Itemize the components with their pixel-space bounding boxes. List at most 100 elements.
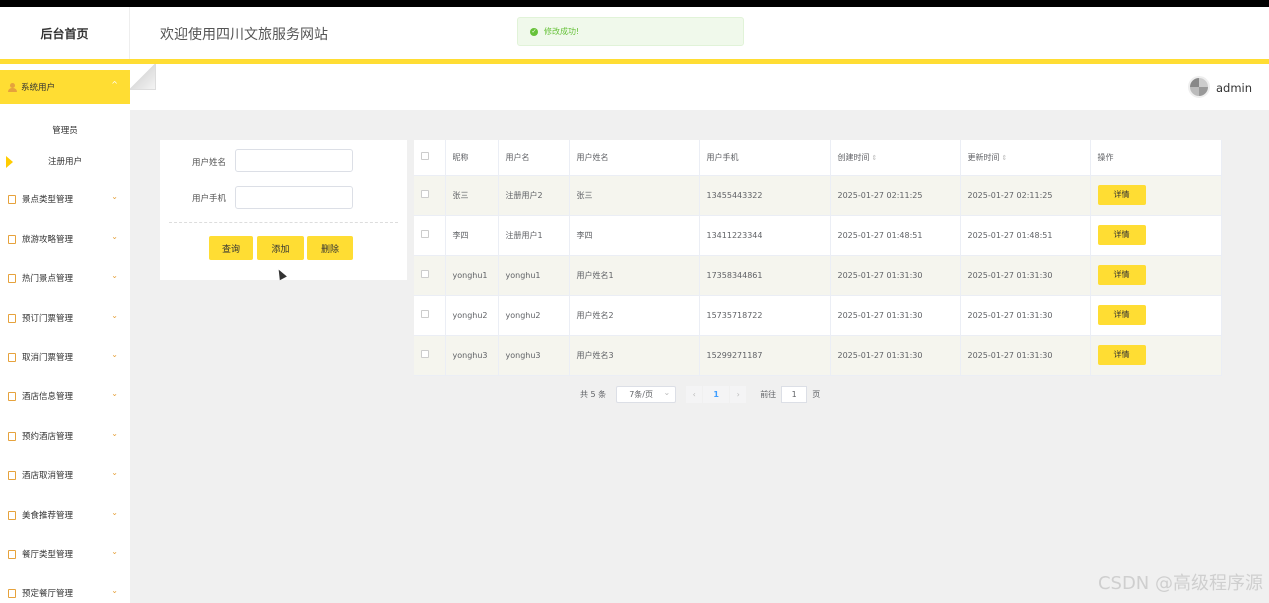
sidebar-item-label: 景点类型管理	[22, 195, 74, 205]
row-checkbox[interactable]	[414, 335, 446, 376]
avatar[interactable]	[1188, 76, 1210, 98]
cell-created: 2025-01-27 01:48:51	[830, 215, 961, 256]
sidebar-item-ticket-cancel[interactable]: 取消门票管理 ⌄	[0, 345, 130, 369]
query-button[interactable]: 查询	[209, 236, 253, 260]
cell-updated: 2025-01-27 02:11:25	[960, 175, 1091, 216]
prev-page-button[interactable]: ‹	[686, 385, 703, 403]
page-size-select[interactable]: 7条/页 ⌄	[616, 385, 677, 403]
sidebar-item-ticket-booking[interactable]: 预订门票管理 ⌄	[0, 306, 130, 330]
cell-fullname: 张三	[569, 175, 700, 216]
sidebar-item-travel-guides[interactable]: 旅游攻略管理 ⌄	[0, 227, 130, 251]
user-icon	[8, 82, 17, 92]
site-title: 欢迎使用四川文旅服务网站	[160, 27, 328, 43]
sidebar-item-label: 热门景点管理	[22, 274, 74, 284]
delete-button[interactable]: 删除	[307, 236, 353, 260]
add-button[interactable]: 添加	[257, 236, 304, 260]
sidebar-item-restaurant-types[interactable]: 餐厅类型管理 ⌄	[0, 542, 130, 566]
phone-label: 用户手机	[192, 194, 227, 204]
total-count: 共 5 条	[580, 389, 607, 399]
cell-phone: 15299271187	[699, 335, 831, 376]
cell-fullname: 用户姓名2	[569, 295, 700, 336]
brand-home[interactable]: 后台首页	[0, 7, 130, 59]
chevron-down-icon: ⌄	[111, 547, 118, 556]
page-suffix: 页	[812, 389, 821, 399]
detail-button[interactable]: 详情	[1097, 265, 1146, 285]
sidebar: 系统用户 ^ 管理员 注册用户 景点类型管理 ⌄ 旅游攻略管理 ⌄ 热门景点管理…	[0, 64, 130, 603]
table-header-row: 昵称 用户名 用户姓名 用户手机 创建时间 ⇕ 更新时间 ⇕ 操作	[414, 140, 1222, 176]
sort-icon[interactable]: ⇕	[872, 154, 878, 162]
sidebar-group-system-users[interactable]: 系统用户 ^	[0, 70, 130, 104]
cell-updated: 2025-01-27 01:31:30	[960, 255, 1091, 296]
goto-page-input[interactable]: 1	[781, 385, 808, 403]
cell-nickname: yonghu1	[445, 255, 499, 296]
sidebar-item-label: 美食推荐管理	[22, 511, 74, 521]
cell-created: 2025-01-27 01:31:30	[830, 335, 961, 376]
detail-button[interactable]: 详情	[1097, 345, 1146, 365]
detail-button[interactable]: 详情	[1097, 185, 1146, 205]
sidebar-group-label: 系统用户	[21, 83, 56, 93]
sidebar-item-registered-users[interactable]: 注册用户	[0, 151, 130, 171]
pagination: 共 5 条 7条/页 ⌄ ‹ 1 › 前往 1 页	[580, 385, 820, 403]
sidebar-item-label: 旅游攻略管理	[22, 235, 74, 245]
document-icon	[8, 470, 16, 480]
sidebar-item-food-recommend[interactable]: 美食推荐管理 ⌄	[0, 503, 130, 527]
col-username: 用户名	[498, 140, 570, 176]
sidebar-item-hot-spots[interactable]: 热门景点管理 ⌄	[0, 266, 130, 290]
col-updated[interactable]: 更新时间 ⇕	[960, 140, 1091, 176]
chevron-down-icon: ⌄	[111, 508, 118, 517]
chevron-down-icon: ⌄	[111, 192, 118, 201]
row-checkbox[interactable]	[414, 215, 446, 256]
chevron-down-icon: ⌄	[111, 429, 118, 438]
row-checkbox[interactable]	[414, 295, 446, 336]
sidebar-item-hotel-info[interactable]: 酒店信息管理 ⌄	[0, 384, 130, 408]
table-row: yonghu3 yonghu3 用户姓名3 15299271187 2025-0…	[414, 335, 1222, 376]
cell-fullname: 用户姓名3	[569, 335, 700, 376]
selected-marker-icon	[6, 156, 13, 168]
detail-button[interactable]: 详情	[1097, 225, 1146, 245]
sidebar-item-label: 预订门票管理	[22, 314, 74, 324]
collapse-toggle-icon[interactable]	[130, 64, 156, 90]
sidebar-item-admins[interactable]: 管理员	[0, 120, 130, 140]
cell-nickname: yonghu3	[445, 335, 499, 376]
detail-button[interactable]: 详情	[1097, 305, 1146, 325]
cell-actions: 详情	[1090, 215, 1222, 256]
col-updated-label: 更新时间	[967, 152, 1000, 162]
next-page-button[interactable]: ›	[730, 385, 747, 403]
chevron-left-icon: ‹	[692, 389, 696, 399]
check-circle-icon: ✓	[530, 27, 538, 36]
document-icon	[8, 510, 16, 520]
cell-updated: 2025-01-27 01:31:30	[960, 295, 1091, 336]
page-number-current[interactable]: 1	[703, 385, 730, 403]
sidebar-item-label: 取消门票管理	[22, 353, 74, 363]
cell-fullname: 用户姓名1	[569, 255, 700, 296]
row-checkbox[interactable]	[414, 255, 446, 296]
watermark: CSDN @高级程序源	[1097, 573, 1263, 594]
sidebar-item-restaurant-booking[interactable]: 预定餐厅管理 ⌄	[0, 581, 130, 603]
cell-username: 注册用户1	[498, 215, 570, 256]
sort-icon[interactable]: ⇕	[1002, 154, 1008, 162]
sidebar-item-scenic-types[interactable]: 景点类型管理 ⌄	[0, 187, 130, 211]
sidebar-item-hotel-reservation[interactable]: 预约酒店管理 ⌄	[0, 424, 130, 448]
chevron-down-icon: ⌄	[663, 387, 671, 397]
page-size-value: 7条/页	[629, 389, 653, 399]
cell-actions: 详情	[1090, 255, 1222, 296]
user-table: 昵称 用户名 用户姓名 用户手机 创建时间 ⇕ 更新时间 ⇕ 操作 张三 注册用户2…	[414, 140, 1222, 376]
document-icon	[8, 391, 16, 401]
cell-created: 2025-01-27 02:11:25	[830, 175, 961, 216]
table-row: yonghu2 yonghu2 用户姓名2 15735718722 2025-0…	[414, 295, 1222, 336]
admin-username[interactable]: admin	[1216, 81, 1252, 95]
cell-phone: 15735718722	[699, 295, 831, 336]
name-input[interactable]	[235, 149, 353, 172]
cell-actions: 详情	[1090, 295, 1222, 336]
select-all-checkbox[interactable]	[414, 140, 446, 176]
phone-input[interactable]	[235, 186, 353, 209]
cell-username: yonghu1	[498, 255, 570, 296]
col-created[interactable]: 创建时间 ⇕	[830, 140, 961, 176]
row-checkbox[interactable]	[414, 175, 446, 216]
col-fullname: 用户姓名	[569, 140, 700, 176]
sidebar-item-label: 预定餐厅管理	[22, 589, 74, 599]
sidebar-item-label: 酒店取消管理	[22, 471, 74, 481]
sidebar-item-hotel-cancel[interactable]: 酒店取消管理 ⌄	[0, 463, 130, 487]
cell-created: 2025-01-27 01:31:30	[830, 295, 961, 336]
cell-username: yonghu2	[498, 295, 570, 336]
